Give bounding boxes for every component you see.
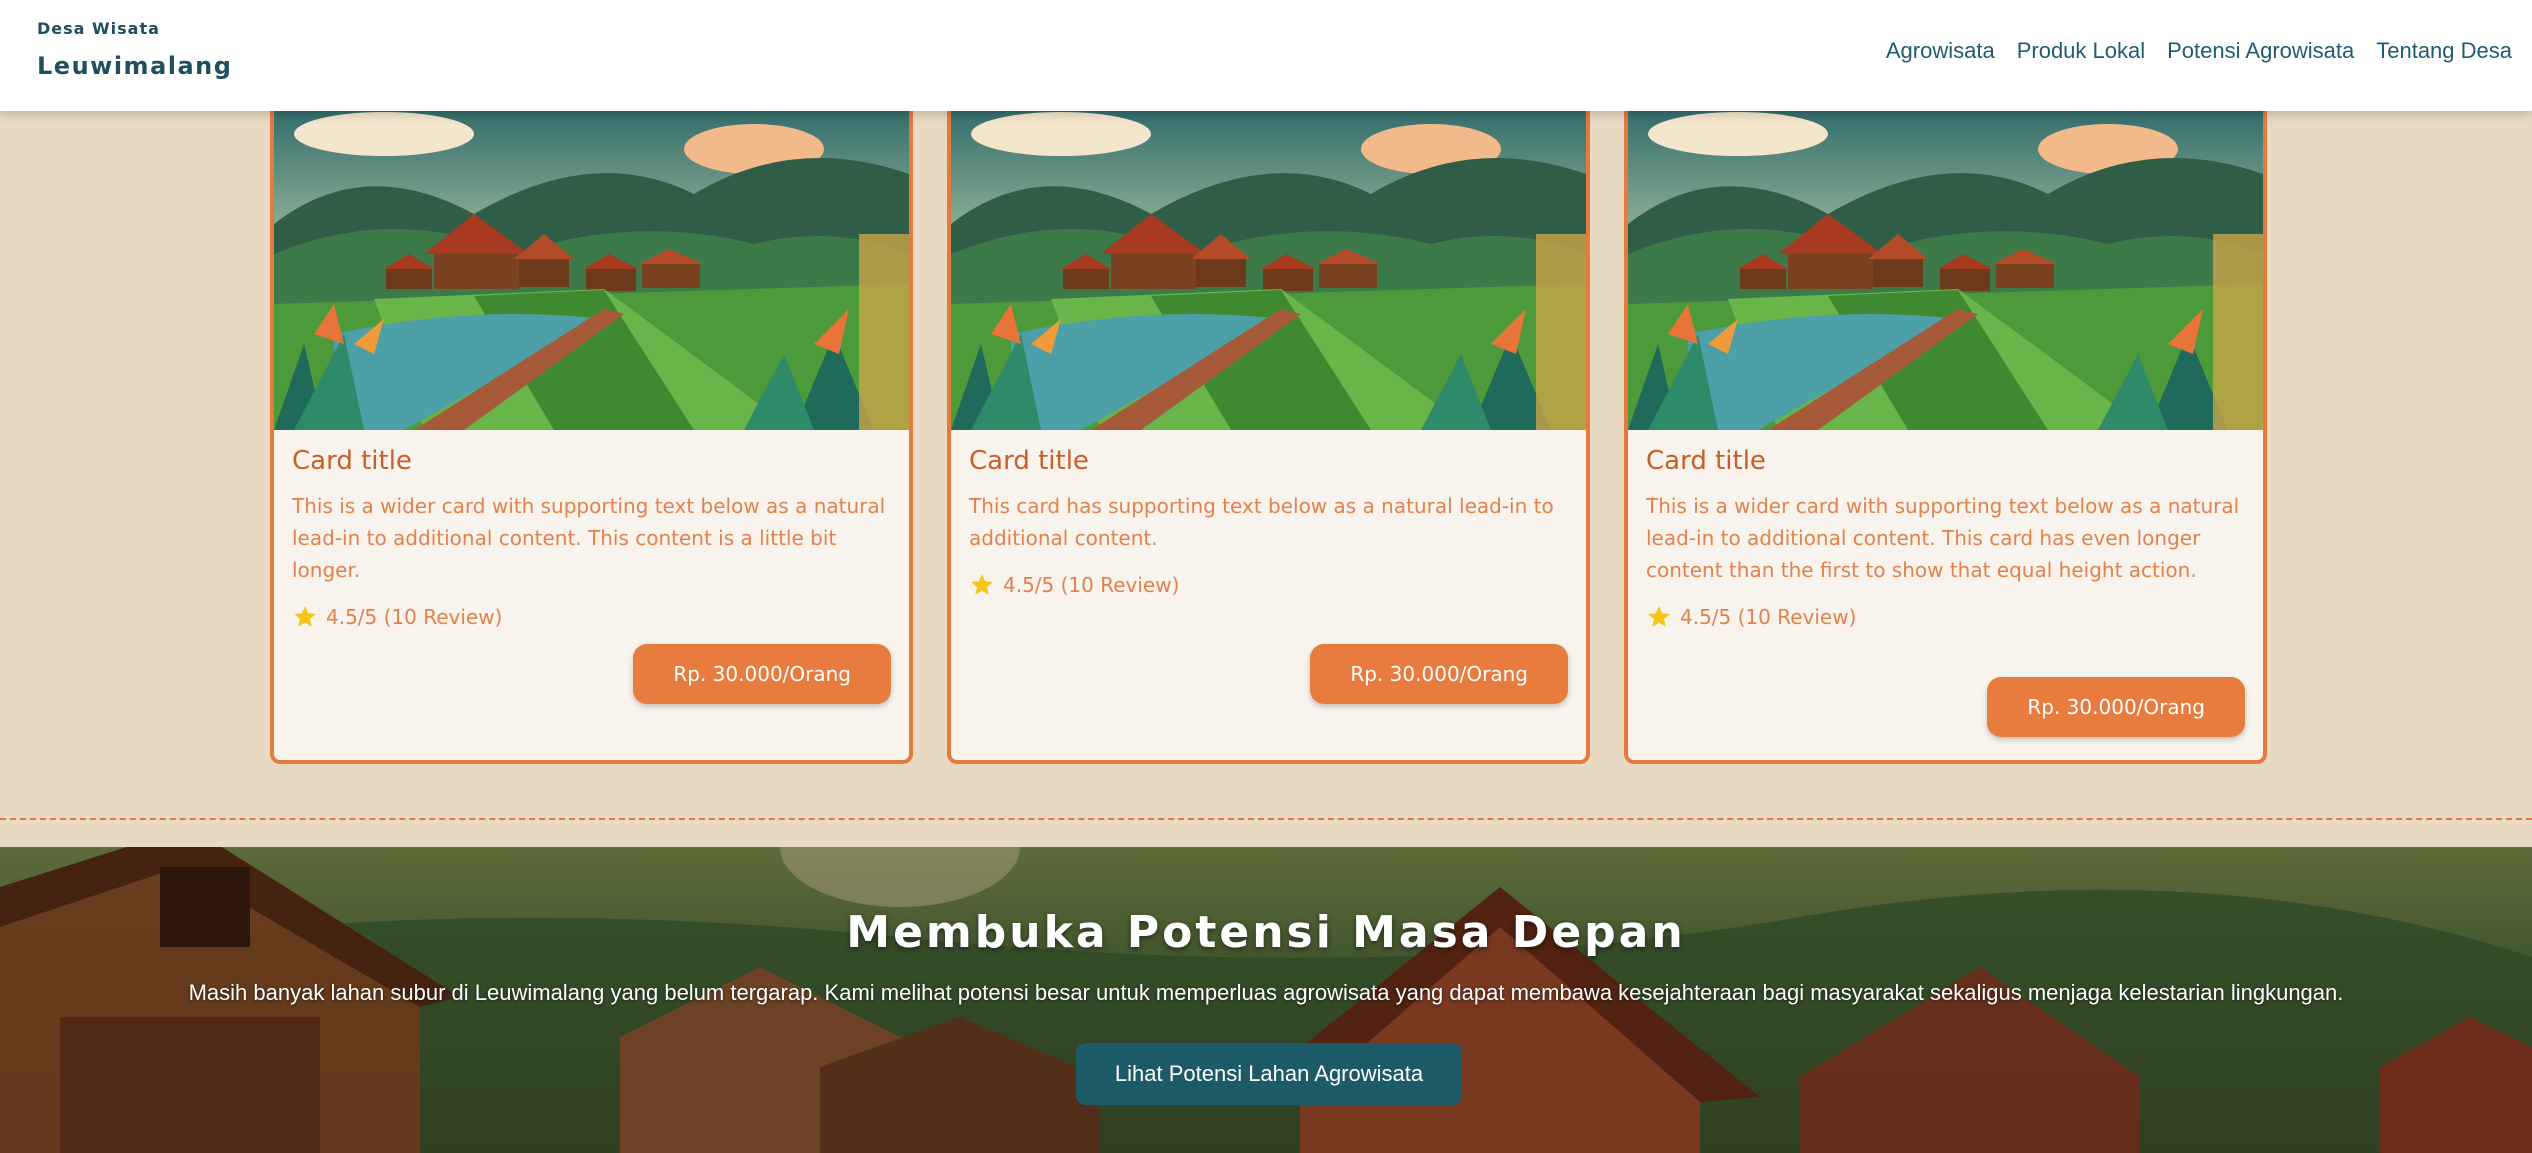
star-icon — [294, 606, 316, 627]
card-rating: 4.5/5 (10 Review) — [969, 572, 1568, 598]
nav-link-agrowisata[interactable]: Agrowisata — [1886, 38, 1995, 64]
card-image — [1628, 104, 2263, 430]
card-text: This card has supporting text below as a… — [969, 494, 1554, 550]
rating-text: 4.5/5 (10 Review) — [1003, 573, 1180, 597]
star-icon — [971, 574, 993, 595]
nav-link-tentang-desa[interactable]: Tentang Desa — [2376, 38, 2512, 64]
price-button[interactable]: Rp. 30.000/Orang — [1310, 644, 1568, 704]
nav-link-potensi-agrowisata[interactable]: Potensi Agrowisata — [2167, 38, 2354, 64]
star-icon — [1648, 606, 1670, 627]
card-image — [274, 104, 909, 430]
card-body: Card title This is a wider card with sup… — [1646, 446, 2245, 630]
tour-cards: Card title This is a wider card with sup… — [270, 100, 2268, 764]
nav-link-produk-lokal[interactable]: Produk Lokal — [2017, 38, 2145, 64]
section-divider — [0, 818, 2532, 820]
potential-hero: Membuka Potensi Masa Depan Masih banyak … — [0, 847, 2532, 1153]
card-rating: 4.5/5 (10 Review) — [292, 604, 891, 630]
navbar: Desa Wisata Leuwimalang Agrowisata Produ… — [0, 0, 2532, 111]
view-potential-land-button[interactable]: Lihat Potensi Lahan Agrowisata — [1076, 1043, 1462, 1105]
card-text: This is a wider card with supporting tex… — [292, 494, 886, 582]
brand-tagline[interactable]: Desa Wisata — [37, 19, 160, 38]
rating-text: 4.5/5 (10 Review) — [1680, 605, 1857, 629]
nav-links: Agrowisata Produk Lokal Potensi Agrowisa… — [1886, 38, 2512, 64]
card-rating: 4.5/5 (10 Review) — [1646, 604, 2245, 630]
card-text: This is a wider card with supporting tex… — [1646, 494, 2240, 582]
tour-card: Card title This is a wider card with sup… — [1624, 100, 2267, 764]
card-title: Card title — [292, 446, 412, 476]
rating-text: 4.5/5 (10 Review) — [326, 605, 503, 629]
hero-title: Membuka Potensi Masa Depan — [846, 907, 1686, 958]
tour-card: Card title This is a wider card with sup… — [270, 100, 913, 764]
price-button[interactable]: Rp. 30.000/Orang — [1987, 677, 2245, 737]
tour-card: Card title This card has supporting text… — [947, 100, 1590, 764]
price-button[interactable]: Rp. 30.000/Orang — [633, 644, 891, 704]
card-body: Card title This is a wider card with sup… — [292, 446, 891, 630]
card-title: Card title — [1646, 446, 1766, 476]
card-image — [951, 104, 1586, 430]
hero-subtitle: Masih banyak lahan subur di Leuwimalang … — [188, 980, 2344, 1005]
card-body: Card title This card has supporting text… — [969, 446, 1568, 598]
card-title: Card title — [969, 446, 1089, 476]
brand-logo[interactable]: Leuwimalang — [37, 52, 232, 80]
